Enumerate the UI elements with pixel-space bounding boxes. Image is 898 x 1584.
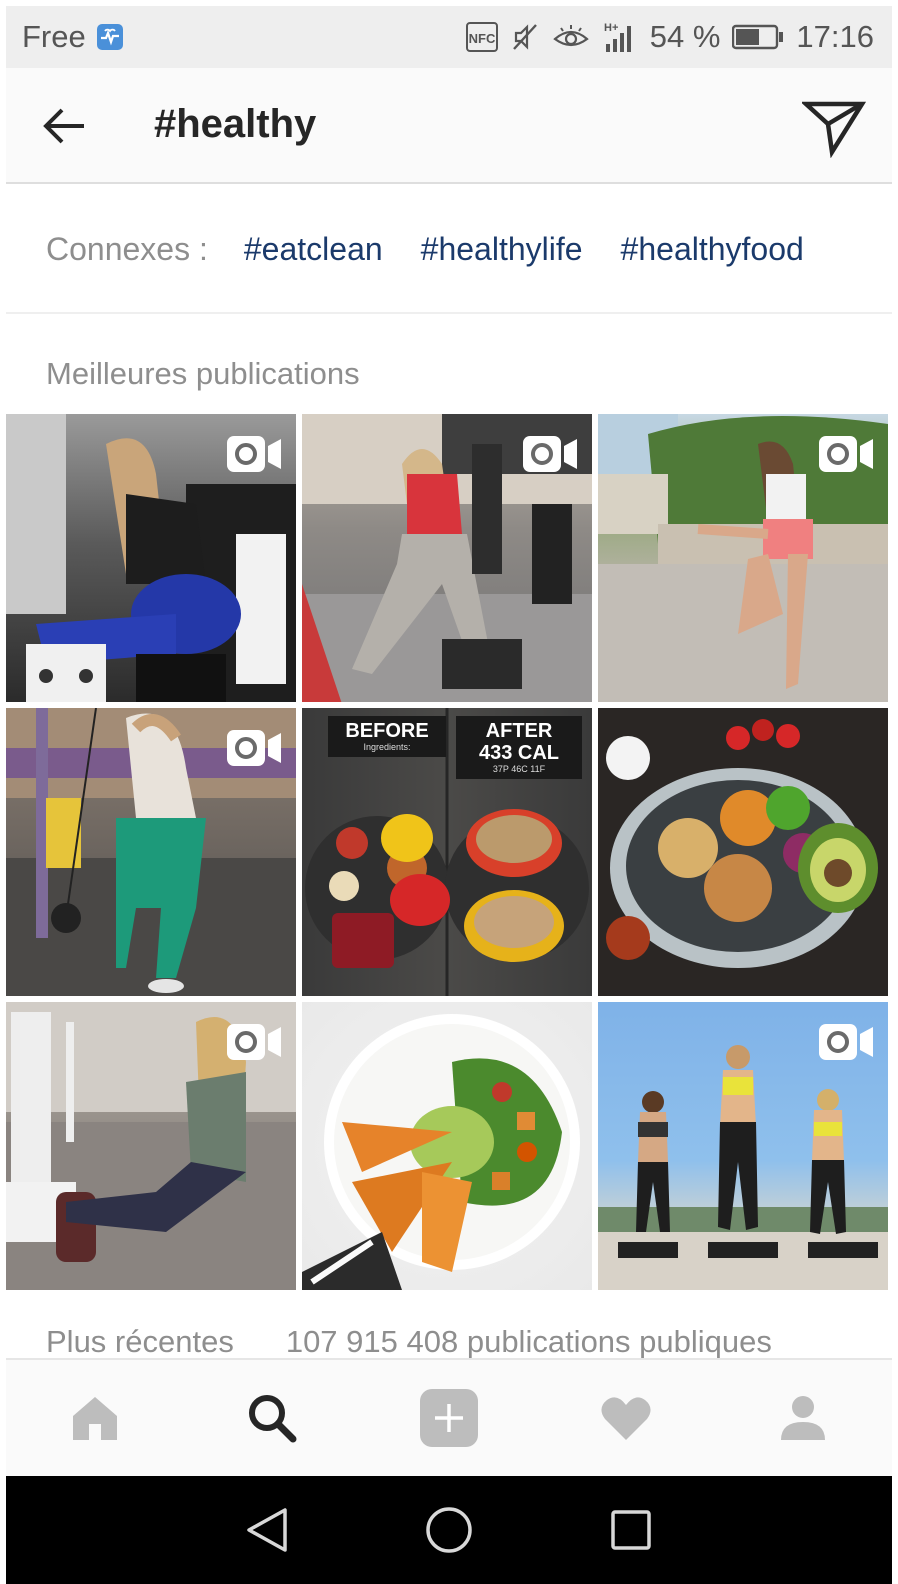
related-tag-healthylife[interactable]: #healthylife [421, 231, 583, 268]
clock: 17:16 [796, 19, 874, 54]
ingredients-label: Ingredients: [363, 742, 411, 752]
health-app-icon [96, 23, 124, 51]
profile-icon [781, 1396, 826, 1440]
tab-home[interactable] [60, 1383, 130, 1453]
macros-label: 37P 46C 11F [492, 764, 546, 774]
video-icon [818, 434, 874, 474]
mute-icon [510, 22, 540, 52]
network-type: H+ [604, 22, 618, 34]
calories-label: 433 CAL [478, 742, 560, 764]
post-tile[interactable] [6, 414, 296, 702]
post-tile[interactable] [598, 708, 888, 996]
related-label: Connexes : [46, 230, 208, 267]
video-icon [522, 434, 578, 474]
home-circle-icon [426, 1507, 472, 1553]
signal-icon: H+ [602, 20, 638, 54]
tab-profile[interactable] [768, 1383, 838, 1453]
before-label: BEFORE [345, 720, 429, 742]
recent-posts-label: Plus récentes [46, 1324, 234, 1359]
after-label: AFTER [485, 720, 553, 742]
before-label-box: BEFORE Ingredients: [328, 716, 446, 757]
back-triangle-icon [247, 1508, 287, 1552]
search-icon [248, 1395, 297, 1443]
battery-percent: 54 % [649, 19, 721, 54]
top-posts-grid: BEFORE Ingredients: AFTER 433 CAL 37P 46… [6, 414, 892, 1290]
post-tile[interactable] [302, 414, 592, 702]
recent-posts-header: Plus récentes 107 915 408 publications pu… [46, 1324, 772, 1360]
direct-message-button[interactable] [800, 94, 867, 159]
page-title: #healthy [154, 102, 317, 146]
post-tile[interactable] [302, 1002, 592, 1290]
post-tile[interactable] [6, 708, 296, 996]
home-icon [72, 1397, 117, 1440]
paper-plane-icon [800, 101, 867, 159]
related-tag-healthyfood[interactable]: #healthyfood [621, 231, 804, 268]
public-posts-count: 107 915 408 publications publiques [285, 1324, 772, 1359]
video-icon [226, 728, 282, 768]
related-tag-eatclean[interactable]: #eatclean [244, 231, 383, 268]
post-image [598, 708, 888, 996]
nfc-icon: NFC [465, 22, 498, 52]
post-tile[interactable] [598, 414, 888, 702]
tab-add-post[interactable] [414, 1383, 484, 1453]
post-tile[interactable] [598, 1002, 888, 1290]
battery-icon [732, 24, 784, 50]
system-nav-bar [6, 1476, 892, 1584]
top-posts-title: Meilleures publications [46, 356, 360, 391]
heart-icon [601, 1397, 651, 1440]
after-label-box: AFTER 433 CAL 37P 46C 11F [456, 716, 582, 779]
add-post-icon [419, 1389, 478, 1447]
bottom-tab-bar [6, 1358, 892, 1476]
nfc-text: NFC [468, 31, 495, 46]
nav-recents-button[interactable] [601, 1500, 661, 1560]
post-image [302, 1014, 580, 1290]
video-icon [818, 1022, 874, 1062]
status-bar: Free NFC H+ 54 % 17:16 [6, 6, 892, 68]
nav-back-button[interactable] [237, 1500, 297, 1560]
carrier-label: Free [22, 19, 86, 54]
post-tile[interactable] [6, 1002, 296, 1290]
back-button[interactable] [40, 102, 88, 150]
nav-home-button[interactable] [419, 1500, 479, 1560]
arrow-left-icon [43, 108, 84, 144]
tab-activity[interactable] [591, 1383, 661, 1453]
video-icon [226, 434, 282, 474]
related-hashtags: Connexes : #eatclean #healthylife #healt… [6, 186, 892, 314]
eye-comfort-icon [552, 23, 590, 51]
video-icon [226, 1022, 282, 1062]
tab-search[interactable] [237, 1383, 307, 1453]
post-tile[interactable]: BEFORE Ingredients: AFTER 433 CAL 37P 46… [302, 708, 592, 996]
recents-square-icon [611, 1510, 651, 1550]
hashtag-header: #healthy [6, 68, 892, 184]
